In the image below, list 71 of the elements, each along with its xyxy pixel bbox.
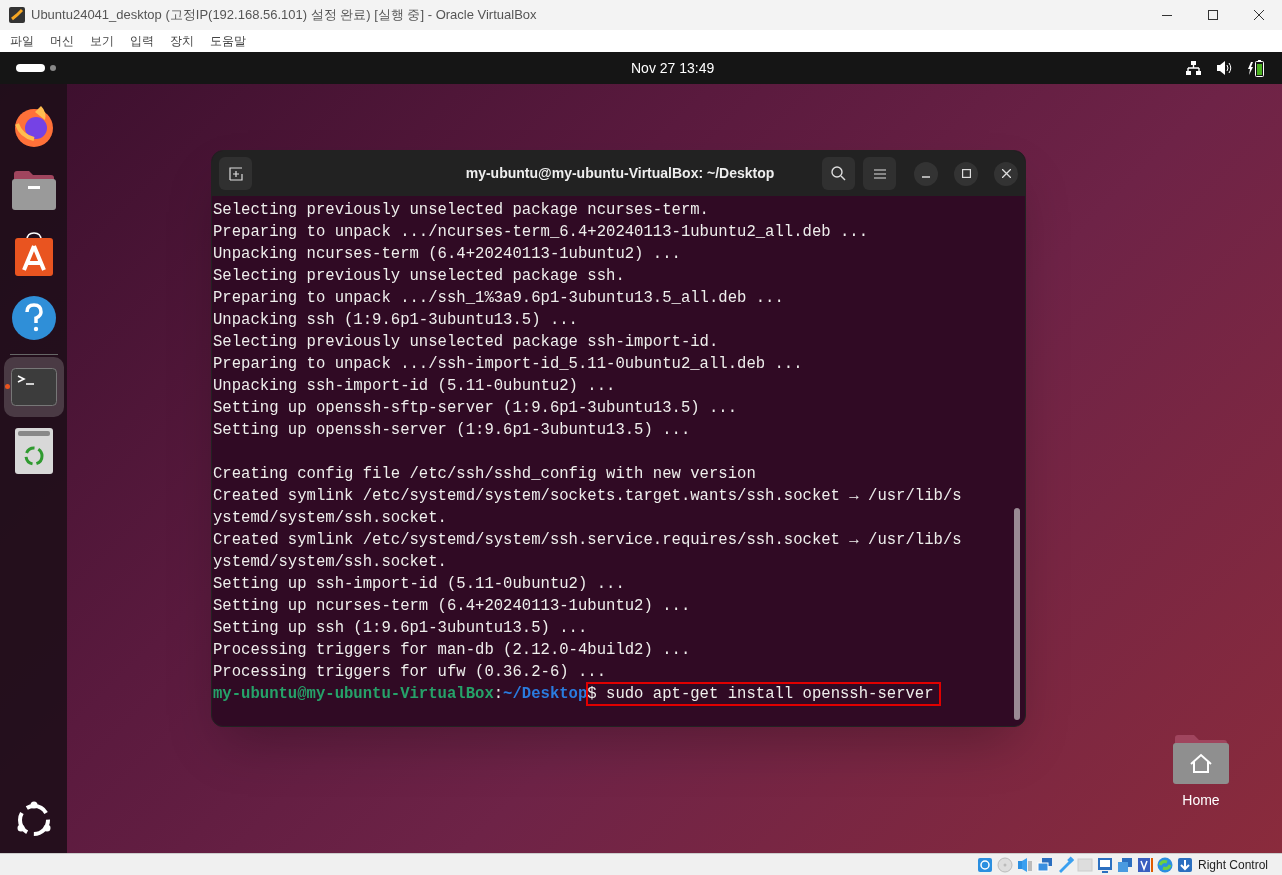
- minimize-icon: [922, 175, 930, 178]
- command-text: $ sudo apt-get install openssh-server: [587, 683, 940, 705]
- menu-item[interactable]: 입력: [122, 32, 162, 50]
- terminal-output-line: Selecting previously unselected package ssh-import-id.: [213, 332, 719, 353]
- close-icon: [1001, 169, 1011, 178]
- terminal-output-line: ystemd/system/ssh.socket.: [213, 552, 447, 573]
- terminal-output-line: ystemd/system/ssh.socket.: [213, 508, 447, 529]
- desktop-icon-label[interactable]: Home: [1182, 790, 1220, 811]
- menu-item[interactable]: 보기: [82, 32, 122, 50]
- terminal-output-line: Preparing to unpack .../ssh-import-id_5.11-0ubuntu2_all.deb ...: [213, 354, 803, 375]
- terminal-output-line: Unpacking ssh (1:9.6p1-3ubuntu13.5) ...: [213, 310, 578, 331]
- firefox-icon[interactable]: [12, 104, 55, 148]
- clock[interactable]: Nov 27 13:49: [631, 57, 715, 79]
- terminal-output-line: Created symlink /etc/systemd/system/sockets.target.wants/ssh.socket → /usr/lib/s: [213, 486, 962, 507]
- help-icon[interactable]: [11, 296, 56, 340]
- terminal-output-line: Setting up openssh-sftp-server (1:9.6p1-3ubuntu13.5) ...: [213, 398, 738, 419]
- terminal-output-line: Creating config file /etc/ssh/sshd_config with new version: [213, 464, 756, 485]
- close-button[interactable]: [994, 161, 1018, 186]
- window-title: Ubuntu24041_desktop (고정IP(192.168.56.101) 설정 완료) [실행 중] - Oracle VirtualBox: [31, 6, 537, 25]
- new-tab-button[interactable]: [219, 157, 252, 190]
- menu-item[interactable]: 장치: [162, 32, 202, 50]
- terminal-output-line: Selecting previously unselected package ncurses-term.: [213, 200, 709, 221]
- screen-capture-icon[interactable]: [1115, 855, 1134, 874]
- terminal-output-line: Unpacking ssh-import-id (5.11-0ubuntu2) ...: [213, 376, 616, 397]
- network-icon[interactable]: [1186, 61, 1201, 75]
- new-tab-icon: [228, 166, 243, 181]
- guest-additions-icon[interactable]: [1155, 855, 1174, 874]
- terminal-icon[interactable]: [10, 368, 57, 406]
- terminal-output-line: Processing triggers for ufw (0.36.2-6) ...: [213, 662, 607, 683]
- volume-icon[interactable]: [1217, 61, 1232, 75]
- home-folder-icon[interactable]: [1173, 734, 1229, 784]
- display-icon[interactable]: [1095, 855, 1114, 874]
- menu-icon: [873, 168, 886, 179]
- search-icon: [831, 166, 846, 181]
- trash-icon[interactable]: [14, 428, 53, 474]
- scrollbar-thumb[interactable]: [1014, 508, 1020, 720]
- app-logo-icon: [9, 7, 25, 23]
- maximize-icon: [1208, 10, 1218, 20]
- minimize-icon: [1162, 14, 1172, 16]
- host-key-icon[interactable]: [1175, 855, 1194, 874]
- terminal-output-line: Setting up ssh (1:9.6p1-3ubuntu13.5) ...: [213, 618, 588, 639]
- window-title: my-ubuntu@my-ubuntu-VirtualBox: ~/Desktop: [464, 164, 776, 183]
- terminal-output-line: Setting up ncurses-term (6.4+20240113-1ubuntu2) ...: [213, 596, 691, 617]
- folder-icon[interactable]: [11, 170, 56, 210]
- maximize-button[interactable]: [954, 161, 978, 186]
- menu-item[interactable]: 도움말: [202, 32, 254, 50]
- host-key-label: Right Control: [1197, 856, 1268, 874]
- menu-item[interactable]: 파일: [2, 32, 42, 50]
- terminal-output-line: Processing triggers for man-db (2.12.0-4build2) ...: [213, 640, 691, 661]
- terminal-output-line: Selecting previously unselected package ssh.: [213, 266, 625, 287]
- minimize-button[interactable]: [914, 161, 938, 186]
- battery-icon[interactable]: [1248, 59, 1264, 77]
- prompt-user-host: my-ubuntu@my-ubuntu-VirtualBox: [213, 684, 494, 705]
- terminal-output-line: Preparing to unpack .../ncurses-term_6.4+20240113-1ubuntu2_all.deb ...: [213, 222, 869, 243]
- maximize-icon: [961, 169, 971, 178]
- prompt-path: ~/Desktop: [503, 684, 588, 705]
- menu-item[interactable]: 머신: [42, 32, 82, 50]
- terminal-output-line: Created symlink /etc/systemd/system/ssh.service.requires/ssh.socket → /usr/lib/s: [213, 530, 962, 551]
- terminal-output-line: Setting up ssh-import-id (5.11-0ubuntu2) ...: [213, 574, 625, 595]
- search-button[interactable]: [822, 157, 855, 190]
- audio-icon[interactable]: [1015, 855, 1034, 874]
- terminal-output-line: Unpacking ncurses-term (6.4+20240113-1ubuntu2) ...: [213, 244, 681, 265]
- workspace-indicator[interactable]: [16, 64, 56, 72]
- vt-x-icon[interactable]: [1135, 855, 1154, 874]
- menu-button[interactable]: [863, 157, 896, 190]
- running-indicator: [4, 384, 10, 389]
- terminal-output-line: Setting up openssh-server (1:9.6p1-3ubuntu13.5) ...: [213, 420, 691, 441]
- close-icon: [1254, 10, 1264, 20]
- store-icon[interactable]: [14, 232, 53, 276]
- terminal-output-line: Preparing to unpack .../ssh_1%3a9.6p1-3ubuntu13.5_all.deb ...: [213, 288, 784, 309]
- prompt-separator: :: [493, 684, 504, 705]
